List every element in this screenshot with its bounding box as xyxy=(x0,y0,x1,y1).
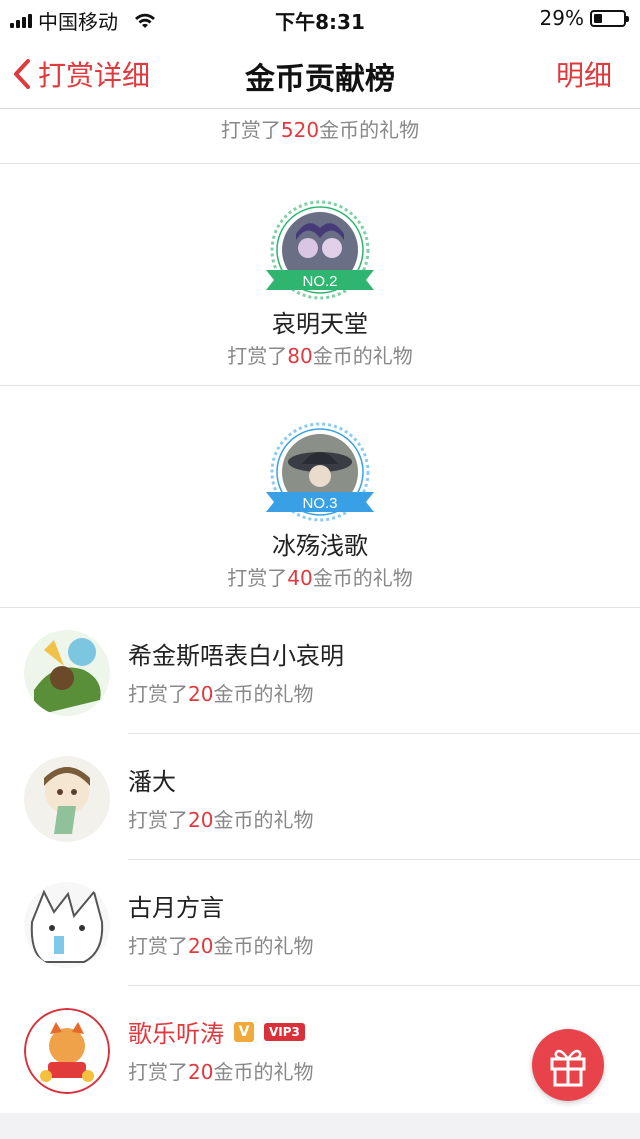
list-item[interactable]: 潘大 打赏了20金币的礼物 xyxy=(0,734,640,860)
battery-percent: 29% xyxy=(539,6,584,30)
gift-suffix: 金币的礼物 xyxy=(213,934,314,958)
user-name: 歌乐听涛 xyxy=(128,1020,224,1048)
nav-bar: 打赏详细 金币贡献榜 明细 xyxy=(0,36,640,109)
list-item-name: 希金斯唔表白小哀明 xyxy=(128,636,344,671)
rank-gift-3: 打赏了40金币的礼物 xyxy=(0,562,640,591)
gift-suffix: 金币的礼物 xyxy=(319,118,420,142)
gift-prefix: 打赏了 xyxy=(128,808,188,832)
detail-button[interactable]: 明细 xyxy=(556,54,612,94)
list-item-gift: 打赏了20金币的礼物 xyxy=(128,678,313,707)
vip-v-badge: V xyxy=(234,1021,254,1042)
list-item[interactable]: 古月方言 打赏了20金币的礼物 xyxy=(0,860,640,986)
gift-amount: 20 xyxy=(188,682,214,706)
list-item-gift: 打赏了20金币的礼物 xyxy=(128,930,313,959)
battery-icon xyxy=(590,9,629,27)
gift-amount: 20 xyxy=(188,1060,214,1084)
list-item-name: 潘大 xyxy=(128,762,176,797)
avatar xyxy=(24,756,110,842)
list-item-name: 古月方言 xyxy=(128,888,224,923)
avatar xyxy=(24,630,110,716)
gift-amount: 20 xyxy=(188,934,214,958)
gift-prefix: 打赏了 xyxy=(227,344,288,368)
gift-suffix: 金币的礼物 xyxy=(213,1060,314,1084)
rank-avatar-3: NO.3 xyxy=(266,422,374,522)
user-name: 希金斯唔表白小哀明 xyxy=(128,642,344,670)
chevron-left-icon xyxy=(14,59,30,89)
gift-prefix: 打赏了 xyxy=(227,566,288,590)
avatar xyxy=(24,882,110,968)
back-label: 打赏详细 xyxy=(38,59,151,92)
gift-prefix: 打赏了 xyxy=(128,934,188,958)
gift-suffix: 金币的礼物 xyxy=(213,808,314,832)
gift-amount: 80 xyxy=(287,344,313,368)
list-item-gift: 打赏了20金币的礼物 xyxy=(128,1056,313,1085)
rank-avatar-2: NO.2 xyxy=(266,200,374,300)
rank-gift-2: 打赏了80金币的礼物 xyxy=(0,340,640,369)
vip-level-badge: VIP3 xyxy=(264,1022,305,1041)
user-name: 古月方言 xyxy=(128,894,224,922)
gift-prefix: 打赏了 xyxy=(220,118,281,142)
user-name: 潘大 xyxy=(128,768,176,796)
gift-suffix: 金币的礼物 xyxy=(312,344,413,368)
gift-suffix: 金币的礼物 xyxy=(312,566,413,590)
gift-suffix: 金币的礼物 xyxy=(213,682,314,706)
rank-1-partial-gift: 打赏了520金币的礼物 xyxy=(0,109,640,164)
gift-prefix: 打赏了 xyxy=(128,682,188,706)
rank-card-3[interactable]: NO.3 冰殇浅歌 打赏了40金币的礼物 xyxy=(0,386,640,608)
gift-button[interactable] xyxy=(532,1029,604,1101)
gift-amount: 20 xyxy=(188,808,214,832)
gift-prefix: 打赏了 xyxy=(128,1060,188,1084)
gift-icon xyxy=(550,1049,586,1087)
back-button[interactable]: 打赏详细 xyxy=(12,54,150,94)
rank-card-2[interactable]: NO.2 哀明天堂 打赏了80金币的礼物 xyxy=(0,164,640,386)
status-right: 29% xyxy=(539,6,629,30)
bottom-strip xyxy=(0,1113,640,1139)
leaderboard-content[interactable]: 打赏了520金币的礼物 NO.2 哀明天堂 打赏了80金币的礼物 NO.3 冰殇… xyxy=(0,109,640,1113)
status-bar: 中国移动 下午8:31 29% xyxy=(0,0,640,36)
list-item[interactable]: 希金斯唔表白小哀明 打赏了20金币的礼物 xyxy=(0,608,640,734)
rank-name-2: 哀明天堂 xyxy=(272,310,368,338)
rank-badge-2: NO.2 xyxy=(302,273,337,290)
avatar xyxy=(24,1008,110,1094)
list-item-name: 歌乐听涛 V VIP3 xyxy=(128,1014,305,1049)
rank-badge-3: NO.3 xyxy=(302,495,337,512)
rank-name-3: 冰殇浅歌 xyxy=(272,532,368,560)
list-item-gift: 打赏了20金币的礼物 xyxy=(128,804,313,833)
gift-amount: 520 xyxy=(280,118,320,142)
gift-amount: 40 xyxy=(287,566,313,590)
